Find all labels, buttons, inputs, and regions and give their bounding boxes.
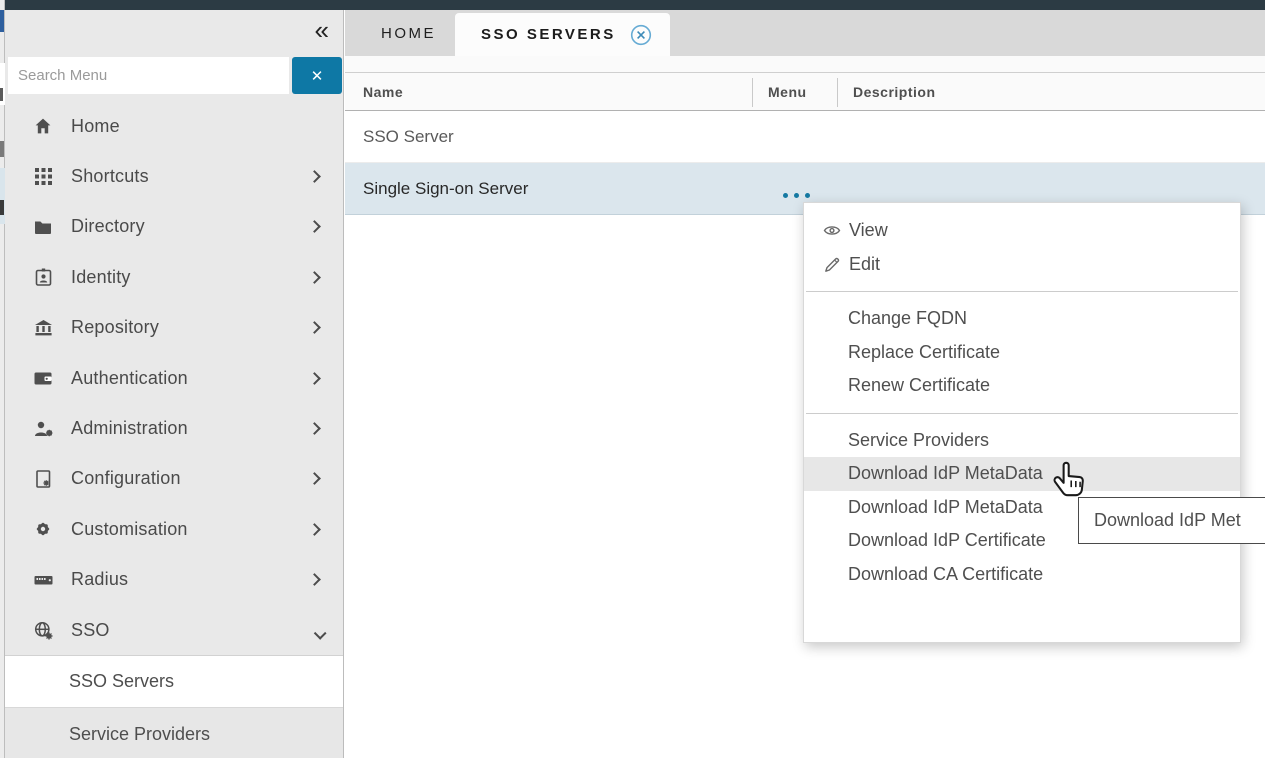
background-fragment — [0, 10, 4, 32]
sidebar-collapse-button[interactable]: « — [315, 14, 327, 48]
column-header-name: Name — [363, 73, 403, 110]
background-fragment — [0, 88, 3, 101]
sidebar: « ✕ Home — [5, 10, 344, 758]
tab-close-icon[interactable] — [630, 24, 652, 46]
row-name: SSO Server — [363, 127, 454, 147]
sidebar-item-directory[interactable]: Directory — [5, 202, 343, 252]
menu-item-service-providers[interactable]: Service Providers — [804, 424, 1240, 458]
pencil-icon — [822, 255, 842, 273]
tab-bar: HOME SSO SERVERS — [345, 10, 1265, 56]
eye-icon — [822, 222, 842, 240]
chevron-right-icon — [308, 372, 321, 385]
menu-item-renew-certificate[interactable]: Renew Certificate — [804, 369, 1240, 403]
chevron-down-icon — [314, 627, 327, 640]
sidebar-item-label: Repository — [71, 317, 310, 338]
sidebar-item-label: Configuration — [71, 468, 310, 489]
column-divider — [837, 78, 838, 107]
tab-content-gap — [345, 56, 1265, 72]
sidebar-item-label: Home — [71, 116, 319, 137]
sidebar-sso-children: SSO Servers Service Providers — [5, 655, 343, 758]
table-row[interactable]: SSO Server — [345, 111, 1265, 163]
menu-item-change-fqdn[interactable]: Change FQDN — [804, 302, 1240, 336]
tooltip: Download IdP Met — [1078, 497, 1265, 544]
menu-item-label: View — [849, 220, 888, 241]
chevron-right-icon — [308, 221, 321, 234]
sidebar-item-sso-servers[interactable]: SSO Servers — [5, 656, 343, 708]
column-divider — [752, 78, 753, 107]
column-header-description: Description — [853, 73, 936, 110]
sidebar-item-identity[interactable]: Identity — [5, 252, 343, 302]
column-header-menu: Menu — [768, 73, 807, 110]
sidebar-item-label: Radius — [71, 569, 310, 590]
sidebar-item-label: SSO — [71, 620, 310, 641]
background-page-edge — [0, 0, 5, 758]
background-fragment — [0, 200, 4, 215]
sidebar-item-administration[interactable]: Administration — [5, 403, 343, 453]
search-clear-button[interactable]: ✕ — [292, 57, 342, 94]
sidebar-item-home[interactable]: Home — [5, 101, 343, 151]
search-input[interactable] — [8, 57, 289, 94]
menu-item-label: Edit — [849, 254, 880, 275]
sidebar-item-label: Identity — [71, 267, 310, 288]
home-icon — [31, 115, 55, 137]
menu-item-replace-certificate[interactable]: Replace Certificate — [804, 336, 1240, 370]
sidebar-item-label: Authentication — [71, 368, 310, 389]
menu-item-download-ca-certificate[interactable]: Download CA Certificate — [804, 558, 1240, 592]
sidebar-item-repository[interactable]: Repository — [5, 303, 343, 353]
chevron-right-icon — [308, 321, 321, 334]
chevron-right-icon — [308, 271, 321, 284]
gear-icon — [31, 518, 55, 540]
row-name: Single Sign-on Server — [363, 179, 528, 199]
chevron-right-icon — [308, 170, 321, 183]
tooltip-text: Download IdP Met — [1094, 510, 1241, 531]
sidebar-nav: Home Shortcuts — [5, 101, 343, 655]
menu-item-view[interactable]: View — [804, 214, 1240, 248]
sidebar-item-service-providers[interactable]: Service Providers — [5, 708, 343, 758]
app-window: « ✕ Home — [0, 0, 1265, 758]
sidebar-item-label: Customisation — [71, 519, 310, 540]
chevron-right-icon — [308, 573, 321, 586]
sidebar-item-customisation[interactable]: Customisation — [5, 504, 343, 554]
sidebar-item-radius[interactable]: Radius — [5, 555, 343, 605]
table-header: Name Menu Description — [345, 72, 1265, 111]
shortcuts-icon — [31, 166, 55, 188]
wallet-icon — [31, 367, 55, 389]
sidebar-item-label: Directory — [71, 216, 310, 237]
top-dark-bar — [5, 0, 1265, 10]
chevron-right-icon — [308, 422, 321, 435]
tab-label: HOME — [381, 25, 436, 42]
globe-gear-icon — [31, 619, 55, 641]
doc-gear-icon — [31, 468, 55, 490]
menu-divider — [806, 291, 1238, 292]
sidebar-item-label: Shortcuts — [71, 166, 310, 187]
sidebar-item-configuration[interactable]: Configuration — [5, 454, 343, 504]
chevron-right-icon — [308, 473, 321, 486]
sidebar-item-authentication[interactable]: Authentication — [5, 353, 343, 403]
sidebar-item-shortcuts[interactable]: Shortcuts — [5, 151, 343, 201]
chevron-right-icon — [308, 523, 321, 536]
background-fragment — [0, 168, 5, 224]
tab-sso-servers[interactable]: SSO SERVERS — [455, 13, 670, 56]
menu-divider — [806, 413, 1238, 414]
row-menu-ellipsis-icon[interactable] — [783, 193, 810, 198]
sidebar-search: ✕ — [8, 57, 338, 94]
background-fragment — [0, 141, 4, 157]
menu-item-edit[interactable]: Edit — [804, 248, 1240, 282]
server-icon — [31, 569, 55, 591]
sidebar-item-sso[interactable]: SSO — [5, 605, 343, 655]
context-menu: View Edit Change FQDN Replace Certificat… — [803, 202, 1241, 643]
id-badge-icon — [31, 266, 55, 288]
menu-item-download-idp-metadata[interactable]: Download IdP MetaData — [804, 457, 1240, 491]
bank-icon — [31, 317, 55, 339]
tab-label: SSO SERVERS — [481, 26, 616, 43]
folder-icon — [31, 216, 55, 238]
user-gear-icon — [31, 418, 55, 440]
tab-home[interactable]: HOME — [359, 10, 458, 56]
sidebar-item-label: Administration — [71, 418, 310, 439]
